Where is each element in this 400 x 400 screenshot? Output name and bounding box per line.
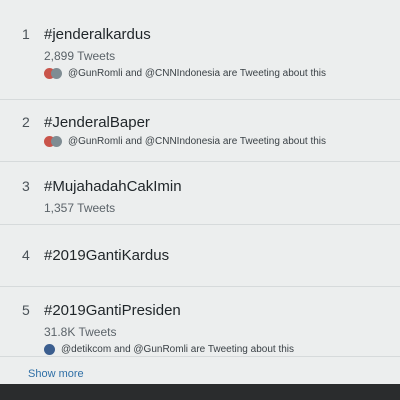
avatar: [51, 136, 62, 147]
trend-context-text: @GunRomli and @CNNIndonesia are Tweeting…: [68, 136, 327, 147]
trend-hashtag[interactable]: #jenderalkardus: [44, 26, 151, 43]
trend-item[interactable]: 4 #2019GantiKardus: [0, 225, 400, 287]
trend-rank: 5: [22, 302, 30, 318]
trend-item[interactable]: 5 #2019GantiPresiden 31.8K Tweets @detik…: [0, 287, 400, 357]
trend-tweet-count: 1,357 Tweets: [44, 201, 116, 215]
trend-context: @GunRomli and @CNNIndonesia are Tweeting…: [44, 136, 400, 147]
trend-hashtag[interactable]: #2019GantiKardus: [44, 247, 169, 264]
show-more-link[interactable]: Show more: [28, 368, 84, 380]
trend-hashtag[interactable]: #JenderalBaper: [44, 114, 150, 131]
trends-panel: 1 #jenderalkardus 2,899 Tweets @GunRomli…: [0, 0, 400, 400]
avatar: [44, 344, 55, 355]
avatar-group: [44, 344, 55, 355]
trend-rank: 4: [22, 247, 30, 263]
trend-rank: 1: [22, 26, 30, 42]
trend-hashtag[interactable]: #2019GantiPresiden: [44, 302, 181, 319]
trend-rank: 3: [22, 178, 30, 194]
avatar: [51, 68, 62, 79]
screen-bezel-shadow: [0, 384, 400, 400]
trend-item[interactable]: 2 #JenderalBaper @GunRomli and @CNNIndon…: [0, 100, 400, 162]
trend-context: @GunRomli and @CNNIndonesia are Tweeting…: [44, 68, 400, 79]
trend-context-text: @detikcom and @GunRomli are Tweeting abo…: [61, 344, 295, 355]
trend-hashtag[interactable]: #MujahadahCakImin: [44, 178, 182, 195]
trend-item[interactable]: 3 #MujahadahCakImin 1,357 Tweets: [0, 162, 400, 225]
trend-tweet-count: 2,899 Tweets: [44, 49, 116, 63]
trend-context: @detikcom and @GunRomli are Tweeting abo…: [44, 344, 400, 355]
trend-rank: 2: [22, 114, 30, 130]
trend-context-text: @GunRomli and @CNNIndonesia are Tweeting…: [68, 68, 327, 79]
trend-item[interactable]: 1 #jenderalkardus 2,899 Tweets @GunRomli…: [0, 0, 400, 100]
trend-tweet-count: 31.8K Tweets: [44, 325, 117, 339]
avatar-group: [44, 68, 62, 79]
avatar-group: [44, 136, 62, 147]
